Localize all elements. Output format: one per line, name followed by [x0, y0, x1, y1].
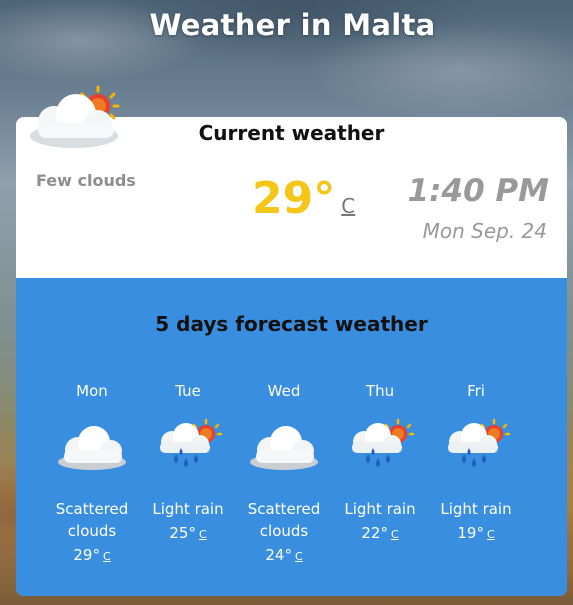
day-name: Wed — [267, 382, 301, 400]
day-temperature-value: 19° — [457, 524, 484, 542]
day-unit-toggle[interactable]: C — [391, 528, 399, 541]
day-temperature: 25° C — [140, 524, 236, 542]
current-date: Mon Sep. 24 — [422, 219, 547, 243]
day-name: Tue — [175, 382, 201, 400]
forecast-day: Fri Light rain 19° C — [428, 382, 524, 542]
forecast-day: Tue Light rain 25° C — [140, 382, 236, 542]
current-temperature-value: 29° — [252, 173, 336, 224]
day-temperature: 22° C — [332, 524, 428, 542]
scattered-clouds-icon — [58, 426, 126, 470]
day-unit-toggle[interactable]: C — [487, 528, 495, 541]
forecast-day: Thu Light rain 22° C — [332, 382, 428, 542]
day-description: Light rain — [152, 500, 224, 518]
scattered-clouds-icon — [250, 426, 318, 470]
few-clouds-icon — [30, 85, 120, 148]
forecast-day: Wed Scattered clouds 24° C — [236, 382, 332, 564]
day-temperature-value: 24° — [265, 546, 292, 564]
day-description: Light rain — [440, 500, 512, 518]
page-title: Weather in Malta — [149, 8, 436, 42]
day-unit-toggle[interactable]: C — [103, 550, 111, 563]
forecast-day: Mon Scattered clouds 29° C — [44, 382, 140, 564]
forecast-panel: 5 days forecast weather Mon Scattered cl… — [16, 278, 567, 596]
day-name: Fri — [467, 382, 485, 400]
unit-toggle[interactable]: C — [341, 194, 355, 218]
current-temperature: 29° C — [252, 173, 355, 224]
day-description: Scattered clouds — [55, 500, 129, 540]
day-temperature: 29° C — [44, 546, 140, 564]
light-rain-icon — [448, 418, 511, 467]
day-temperature-value: 22° — [361, 524, 388, 542]
day-temperature: 19° C — [428, 524, 524, 542]
day-temperature-value: 29° — [73, 546, 100, 564]
day-temperature: 24° C — [236, 546, 332, 564]
day-description: Light rain — [344, 500, 416, 518]
light-rain-icon — [160, 418, 223, 467]
day-unit-toggle[interactable]: C — [199, 528, 207, 541]
weather-card: Current weather Few clouds 29° C 1:40 PM … — [16, 117, 567, 596]
forecast-heading: 5 days forecast weather — [155, 312, 428, 336]
current-condition: Few clouds — [36, 171, 136, 190]
day-name: Thu — [365, 382, 395, 400]
day-description: Scattered clouds — [247, 500, 321, 540]
day-name: Mon — [76, 382, 108, 400]
light-rain-icon — [352, 418, 415, 467]
day-temperature-value: 25° — [169, 524, 196, 542]
current-time: 1:40 PM — [407, 173, 549, 209]
day-unit-toggle[interactable]: C — [295, 550, 303, 563]
